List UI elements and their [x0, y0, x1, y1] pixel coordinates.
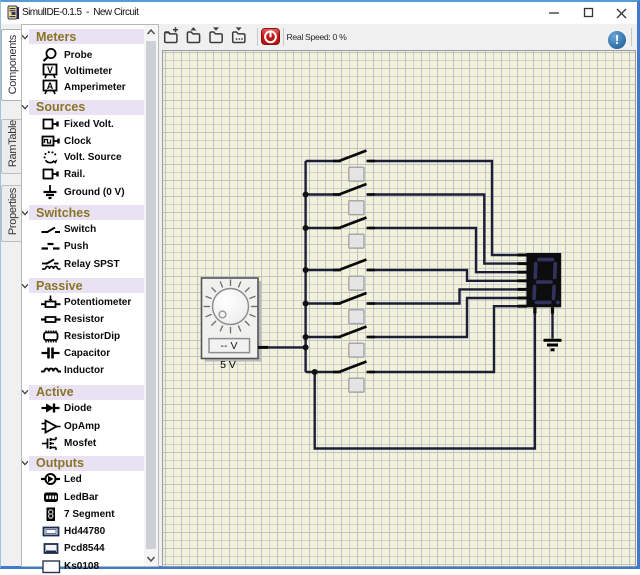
svg-text:-- V: -- V — [221, 340, 238, 352]
svg-text:V: V — [47, 65, 53, 75]
svg-text:A: A — [47, 81, 54, 91]
svg-text:5 V: 5 V — [220, 359, 236, 371]
